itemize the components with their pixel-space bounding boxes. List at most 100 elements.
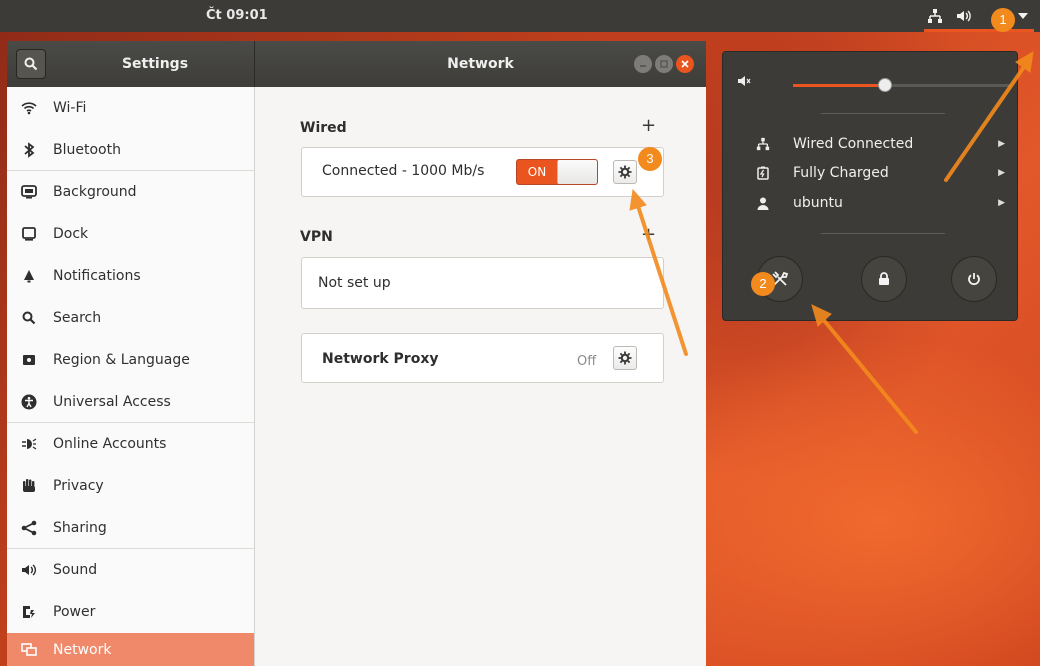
bell-icon — [20, 269, 38, 283]
toggle-knob — [557, 160, 597, 184]
add-vpn-button[interactable]: + — [641, 224, 656, 245]
vpn-section-title: VPN — [300, 229, 333, 245]
sidebar-item-label: Sharing — [53, 519, 107, 536]
speaker-icon — [20, 563, 38, 577]
sidebar-item-power[interactable]: Power — [7, 591, 254, 633]
window-controls — [634, 55, 694, 73]
menu-separator — [821, 113, 945, 114]
volume-muted-icon — [737, 74, 751, 92]
close-button[interactable] — [676, 55, 694, 73]
sidebar-title: Settings — [121, 56, 189, 72]
flag-icon — [20, 354, 38, 366]
sidebar-item-label: Region & Language — [53, 352, 190, 368]
sidebar-item-dock[interactable]: Dock — [7, 213, 254, 255]
search-icon — [20, 311, 38, 325]
sidebar-item-label: Background — [53, 184, 137, 200]
sidebar-item-bluetooth[interactable]: Bluetooth — [7, 129, 254, 171]
wired-toggle[interactable]: ON — [516, 159, 598, 185]
accounts-icon — [20, 437, 38, 451]
lock-button[interactable] — [861, 256, 907, 302]
sidebar-item-privacy[interactable]: Privacy — [7, 465, 254, 507]
network-proxy-label: Network Proxy — [322, 351, 439, 367]
tray-active-indicator — [924, 29, 1034, 32]
clock[interactable]: Čt 09:01 — [206, 0, 268, 32]
header-bar: Settings Network — [7, 41, 706, 87]
search-button[interactable] — [16, 49, 46, 79]
menu-item-label: ubuntu — [793, 195, 843, 211]
sidebar-item-label: Power — [53, 604, 96, 620]
user-icon — [755, 197, 771, 210]
gear-icon — [618, 165, 632, 179]
sidebar-item-notifications[interactable]: Notifications — [7, 255, 254, 297]
network-icon — [755, 137, 771, 151]
sidebar-item-sharing[interactable]: Sharing — [7, 507, 254, 549]
accessibility-icon — [20, 394, 38, 410]
sidebar-item-background[interactable]: Background — [7, 171, 254, 213]
wired-connection-row: Connected - 1000 Mb/s ON — [301, 147, 664, 197]
sidebar-item-label: Notifications — [53, 268, 141, 284]
sidebar-item-online-accounts[interactable]: Online Accounts — [7, 423, 254, 465]
bluetooth-icon — [20, 141, 38, 158]
network-proxy-state: Off — [577, 354, 597, 369]
menu-item-battery[interactable]: Fully Charged ▶ — [723, 160, 1019, 186]
chevron-right-icon: ▶ — [998, 168, 1005, 178]
sidebar-item-region-language[interactable]: Region & Language — [7, 339, 254, 381]
menu-item-wired[interactable]: Wired Connected ▶ — [723, 131, 1019, 157]
sidebar-item-label: Network — [53, 641, 112, 658]
chevron-right-icon: ▶ — [998, 198, 1005, 208]
maximize-button[interactable] — [655, 55, 673, 73]
add-wired-button[interactable]: + — [641, 115, 656, 136]
network-proxy-row[interactable]: Network Proxy Off — [301, 333, 664, 383]
settings-sidebar: Wi-Fi Bluetooth Background Dock Notifica… — [7, 87, 255, 666]
volume-slider-knob[interactable] — [878, 78, 892, 92]
system-tray[interactable] — [926, 0, 1032, 32]
network-panel: Wired + Connected - 1000 Mb/s ON VPN + N… — [255, 87, 706, 666]
sidebar-header: Settings — [7, 41, 255, 87]
sidebar-item-search[interactable]: Search — [7, 297, 254, 339]
sidebar-item-label: Privacy — [53, 478, 104, 494]
wired-status: Connected - 1000 Mb/s — [322, 163, 485, 179]
sidebar-item-label: Bluetooth — [53, 141, 121, 158]
menu-separator — [821, 233, 945, 234]
power-icon — [968, 273, 980, 286]
sidebar-item-label: Wi-Fi — [53, 100, 87, 116]
volume-icon[interactable] — [954, 7, 972, 25]
settings-window: Settings Network Wi-Fi Bluetooth Backgro… — [7, 41, 706, 666]
power-off-button[interactable] — [951, 256, 997, 302]
network-icon[interactable] — [926, 7, 944, 25]
battery-icon — [755, 166, 771, 180]
background-icon — [20, 185, 38, 199]
menu-item-label: Fully Charged — [793, 165, 889, 181]
menu-item-label: Wired Connected — [793, 136, 914, 152]
sidebar-item-network[interactable]: Network — [7, 633, 254, 666]
top-bar: Čt 09:01 — [0, 0, 1040, 32]
minimize-button[interactable] — [634, 55, 652, 73]
power-plug-icon — [20, 604, 38, 620]
settings-button[interactable] — [757, 256, 803, 302]
gear-icon — [618, 351, 632, 365]
wired-settings-button[interactable] — [613, 160, 637, 184]
wifi-icon — [20, 101, 38, 115]
sidebar-item-label: Online Accounts — [53, 436, 167, 452]
vpn-row: Not set up — [301, 257, 664, 309]
hand-icon — [20, 478, 38, 494]
sidebar-item-wifi[interactable]: Wi-Fi — [7, 87, 254, 129]
proxy-settings-button[interactable] — [613, 346, 637, 370]
sidebar-item-label: Dock — [53, 226, 89, 242]
menu-item-user[interactable]: ubuntu ▶ — [723, 190, 1019, 216]
toggle-on-label: ON — [527, 165, 547, 179]
volume-slider-fill — [793, 84, 885, 87]
share-icon — [20, 520, 38, 536]
close-icon — [681, 60, 689, 68]
maximize-icon — [660, 60, 668, 68]
network-icon — [20, 642, 38, 657]
sidebar-item-label: Search — [53, 310, 102, 326]
system-menu: Wired Connected ▶ Fully Charged ▶ ubuntu… — [722, 51, 1018, 321]
sidebar-item-universal-access[interactable]: Universal Access — [7, 381, 254, 423]
sidebar-item-sound[interactable]: Sound — [7, 549, 254, 591]
vpn-status: Not set up — [318, 275, 391, 291]
settings-icon — [772, 271, 789, 286]
minimize-icon — [640, 65, 646, 67]
menu-arrow-icon[interactable] — [1014, 7, 1032, 25]
search-icon — [24, 57, 38, 71]
